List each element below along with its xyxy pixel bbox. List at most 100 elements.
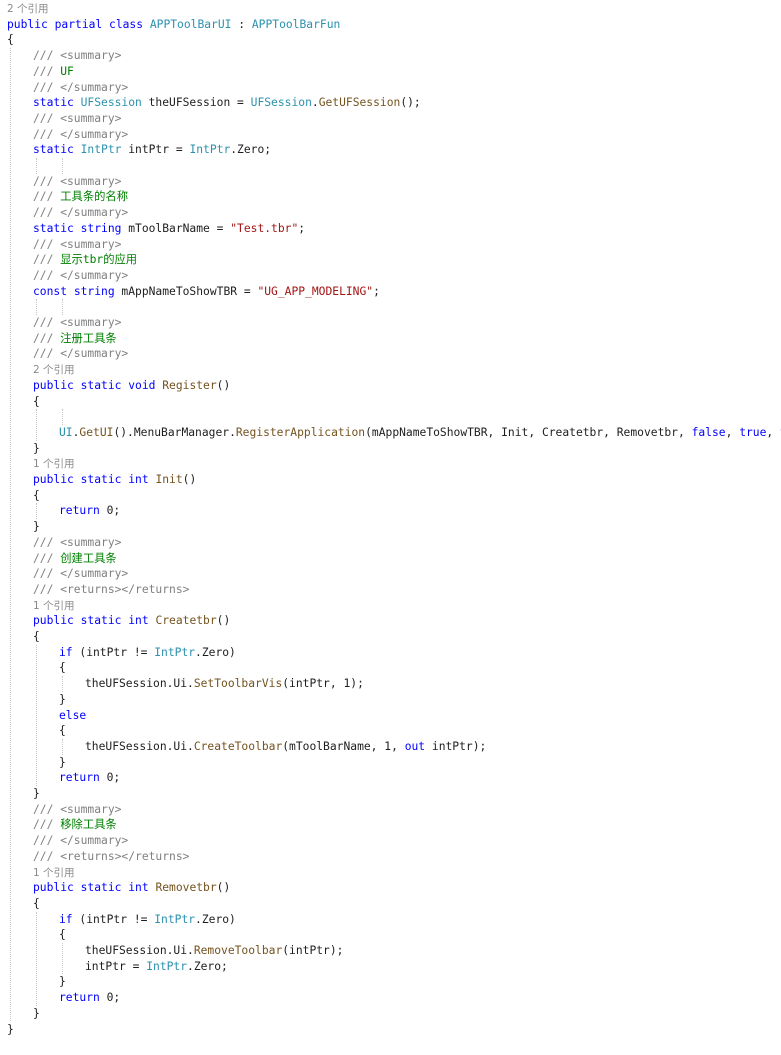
code-token: Init	[155, 473, 183, 486]
code-line: {	[0, 723, 781, 738]
codelens-references[interactable]: 1 个引用	[0, 865, 781, 880]
code-token: /// <returns></returns>	[33, 582, 190, 596]
code-token: return	[59, 771, 107, 785]
code-token: .Zero;	[230, 143, 272, 157]
code-line: /// 注册工具条	[0, 331, 781, 346]
code-token: (intPtr !=	[79, 645, 155, 659]
code-token: }	[59, 755, 66, 769]
code-token: mToolBarName =	[128, 221, 231, 235]
code-token: static	[80, 473, 129, 486]
code-token: if	[59, 912, 80, 926]
code-line: public partial class APPToolBarUI : APPT…	[0, 17, 781, 32]
code-token: }	[59, 975, 66, 989]
code-line: /// <summary>	[0, 237, 781, 252]
code-token: /// <summary>	[33, 111, 122, 125]
code-token: UI	[59, 425, 73, 439]
code-line-text: {	[59, 927, 66, 942]
code-line: {	[0, 927, 781, 942]
code-token: .Zero;	[187, 959, 228, 973]
code-token: ///	[33, 551, 61, 565]
code-line: /// <summary>	[0, 48, 781, 63]
code-line-text: theUFSession.Ui.CreateToolbar(mToolBarNa…	[85, 739, 486, 754]
code-token: /// <summary>	[33, 535, 122, 549]
code-token: 显示tbr的应用	[60, 253, 138, 267]
code-token: true	[739, 425, 767, 439]
code-token: theUFSession.Ui.	[85, 677, 194, 691]
code-line: /// </summary>	[0, 346, 781, 361]
code-token: int	[128, 881, 156, 895]
code-token: ().	[113, 425, 134, 439]
code-line-text: {	[59, 660, 66, 675]
code-line-text: }	[7, 1022, 14, 1037]
code-line-text: /// </summary>	[33, 205, 128, 220]
code-token: APPToolBarUI	[149, 17, 232, 31]
code-line-text: /// <summary>	[33, 174, 121, 189]
codelens-references[interactable]: 2 个引用	[0, 1, 781, 16]
code-token: {	[33, 630, 40, 643]
code-token: ;	[373, 284, 380, 298]
code-line: /// 显示tbr的应用	[0, 252, 781, 267]
code-line-text: {	[33, 896, 40, 911]
code-token: 0;	[106, 991, 121, 1005]
code-token: static	[80, 881, 129, 895]
code-token: public	[33, 881, 81, 895]
code-token: {	[59, 661, 66, 675]
code-token: .Zero)	[195, 645, 236, 659]
code-line-text: 1 个引用	[33, 865, 75, 881]
codelens-references[interactable]: 1 个引用	[0, 598, 781, 613]
code-token: 1 个引用	[33, 599, 75, 612]
code-line: return 0;	[0, 503, 781, 518]
code-token: "Test.tbr"	[230, 221, 299, 235]
code-line: /// <summary>	[0, 315, 781, 330]
code-line-text: }	[59, 755, 66, 770]
code-line-text: public static void Register()	[33, 378, 230, 393]
codelens-references[interactable]: 1 个引用	[0, 456, 781, 471]
code-token: void	[128, 378, 163, 392]
code-line-text: public static int Removetbr()	[33, 880, 230, 895]
code-line-text: /// <summary>	[33, 111, 121, 126]
code-token: intPtr =	[85, 959, 147, 973]
code-token: {	[33, 896, 40, 910]
code-line-text: UI.GetUI().MenuBarManager.RegisterApplic…	[59, 425, 781, 440]
code-token: ///	[33, 253, 61, 267]
code-line: {	[0, 896, 781, 911]
code-line-text: const string mAppNameToShowTBR = "UG_APP…	[33, 284, 380, 299]
codelens-references[interactable]: 2 个引用	[0, 362, 781, 377]
code-line-text: /// </summary>	[33, 268, 128, 283]
code-token: return	[59, 991, 107, 1005]
code-token: MenuBarManager	[133, 425, 230, 439]
code-token: Register	[162, 378, 217, 392]
code-line-text: /// <summary>	[33, 802, 121, 817]
code-line-text: theUFSession.Ui.SetToolbarVis(intPtr, 1)…	[85, 676, 364, 691]
code-token: intPtr =	[121, 143, 190, 157]
code-line: static IntPtr intPtr = IntPtr.Zero;	[0, 142, 781, 157]
code-token: UF	[60, 64, 74, 78]
code-token: string	[73, 284, 122, 298]
code-line-text: /// </summary>	[33, 346, 128, 361]
code-token: static	[33, 143, 81, 157]
code-token: /// </summary>	[33, 127, 129, 141]
code-line-text: public static int Createtbr()	[33, 613, 230, 628]
code-token: static	[80, 614, 129, 628]
code-line: static string mToolBarName = "Test.tbr";	[0, 221, 781, 236]
code-token: {	[7, 33, 14, 47]
code-line: /// UF	[0, 64, 781, 79]
code-editor[interactable]: 2 个引用 public partial class APPToolBarUI :…	[0, 0, 781, 1055]
code-line-text: return 0;	[59, 770, 120, 785]
code-line-text: 1 个引用	[33, 598, 75, 614]
code-line-text: /// <summary>	[33, 237, 121, 252]
code-token: }	[33, 787, 40, 800]
code-line-text: /// 注册工具条	[33, 331, 117, 346]
code-line: else	[0, 708, 781, 723]
code-line: /// </summary>	[0, 566, 781, 581]
code-line-text: 2 个引用	[7, 1, 49, 17]
code-token: else	[59, 708, 87, 722]
code-token: ///	[33, 190, 61, 204]
code-token: Createtbr	[155, 614, 217, 628]
code-token: ;	[298, 221, 306, 235]
code-line-text: {	[59, 723, 66, 738]
code-line-text: static IntPtr intPtr = IntPtr.Zero;	[33, 142, 271, 157]
code-token: }	[33, 441, 40, 455]
code-line-text: }	[33, 519, 40, 534]
